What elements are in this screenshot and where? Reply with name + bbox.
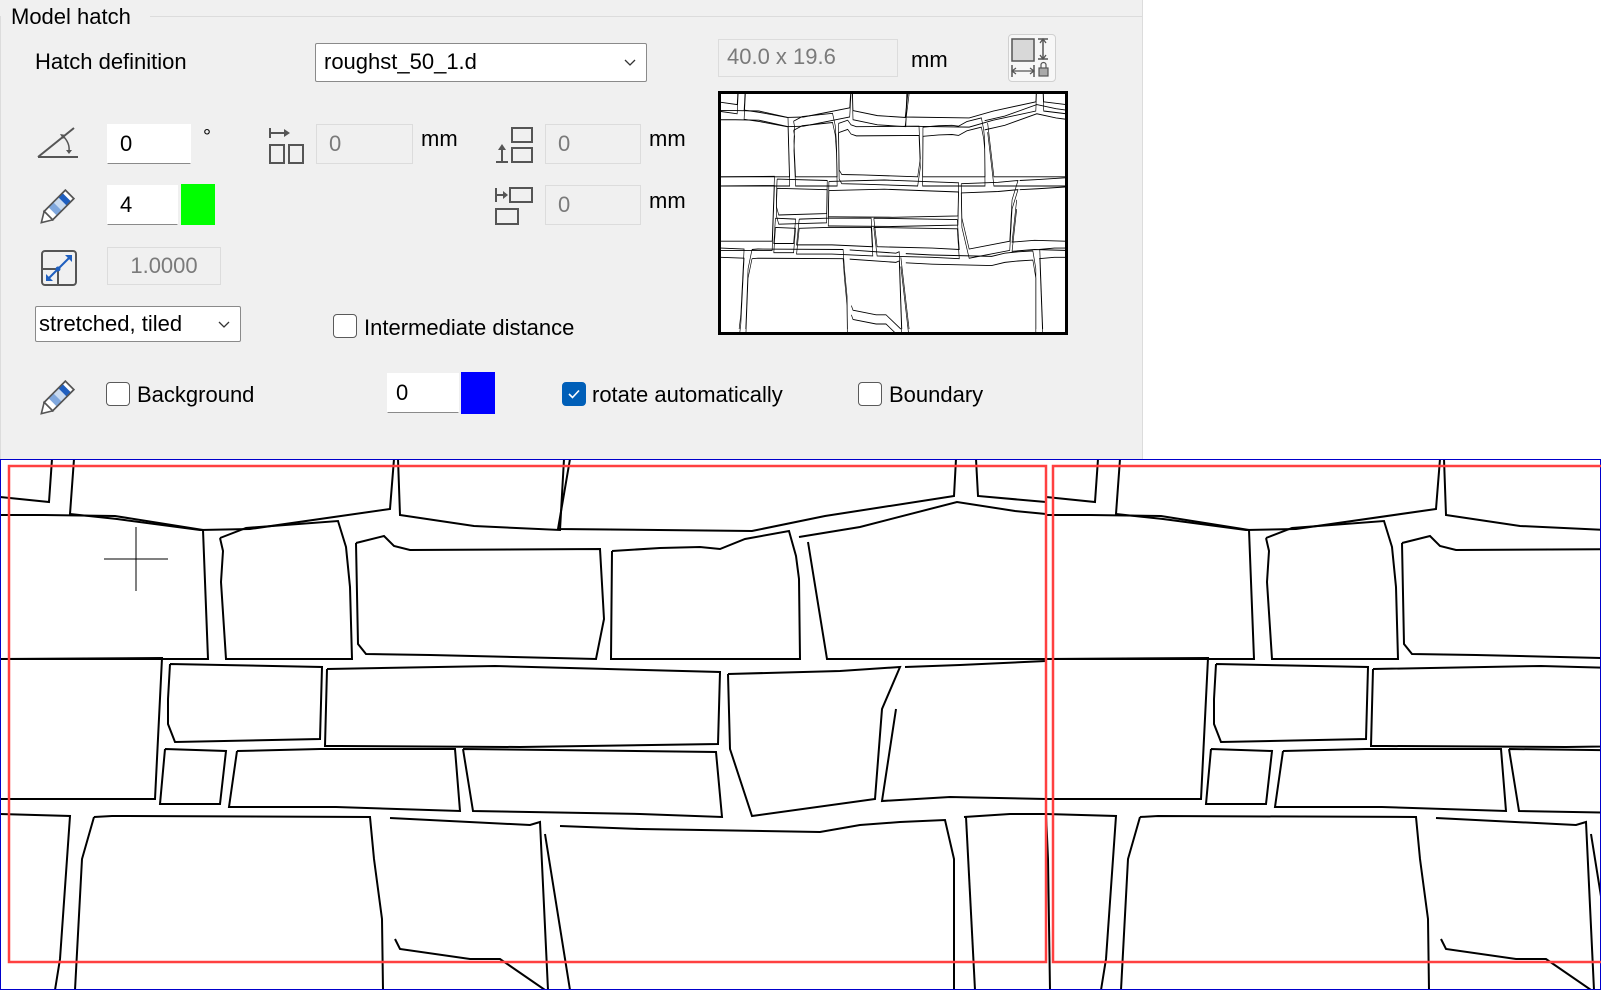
viewport-border bbox=[0, 459, 1601, 990]
row-offset-unit: mm bbox=[649, 188, 686, 213]
background-checkbox[interactable] bbox=[106, 382, 130, 406]
hatch-size-field: 40.0 x 19.6 bbox=[718, 39, 898, 77]
rotate-automatically-checkbox[interactable] bbox=[562, 382, 586, 406]
fit-size-button[interactable] bbox=[1008, 34, 1056, 82]
offset-x-unit: mm bbox=[421, 126, 458, 151]
drawing-canvas[interactable] bbox=[0, 458, 1601, 991]
angle-unit: ° bbox=[203, 126, 211, 148]
preview-tile-2 bbox=[721, 94, 1065, 330]
offset-horizontal-icon bbox=[269, 128, 304, 164]
hatch-preview bbox=[718, 91, 1068, 335]
boundary-checkbox[interactable] bbox=[858, 382, 882, 406]
preview-tile-1 bbox=[721, 94, 1065, 332]
hatch-drawing[interactable] bbox=[0, 458, 1601, 991]
hatch-size-unit: mm bbox=[911, 47, 948, 72]
scale-input: 1.0000 bbox=[107, 247, 221, 285]
group-title: Model hatch bbox=[9, 4, 133, 30]
angle-icon bbox=[37, 127, 78, 158]
pen-color-swatch[interactable] bbox=[181, 184, 215, 225]
hatch-definition-label: Hatch definition bbox=[35, 49, 187, 74]
chevron-down-icon bbox=[218, 321, 230, 328]
intermediate-distance-checkbox[interactable] bbox=[333, 314, 357, 338]
angle-input[interactable]: 0 bbox=[107, 124, 191, 164]
hatch-tile-1 bbox=[0, 458, 1051, 991]
hatch-definition-dropdown[interactable]: roughst_50_1.d bbox=[315, 43, 647, 82]
hatch-boundary-right[interactable] bbox=[1051, 464, 1601, 964]
intermediate-distance-label: Intermediate distance bbox=[364, 315, 575, 340]
preview-tile bbox=[721, 94, 1065, 332]
boundary-label: Boundary bbox=[889, 382, 984, 407]
offset-y-unit: mm bbox=[649, 126, 686, 151]
offset-x-input[interactable]: 0 bbox=[316, 124, 413, 164]
group-border-top bbox=[150, 16, 1142, 17]
chevron-down-icon bbox=[624, 59, 636, 66]
pen-icon bbox=[40, 189, 75, 224]
background-color-swatch[interactable] bbox=[461, 372, 495, 414]
rotate-automatically-label: rotate automatically bbox=[592, 382, 783, 407]
offset-y-input[interactable]: 0 bbox=[545, 124, 641, 164]
hatch-definition-value: roughst_50_1.d bbox=[324, 49, 477, 74]
fit-size-icon bbox=[1011, 37, 1049, 77]
mode-dropdown[interactable]: stretched, tiled bbox=[35, 306, 241, 342]
hatch-preview-pattern bbox=[721, 94, 1065, 332]
group-border-left bbox=[0, 16, 1, 467]
row-offset-input[interactable]: 0 bbox=[545, 185, 641, 225]
row-offset-icon bbox=[495, 187, 533, 225]
offset-vertical-icon bbox=[496, 127, 533, 163]
scale-icon bbox=[41, 250, 77, 286]
hatch-tile-2 bbox=[1045, 458, 1601, 991]
background-label: Background bbox=[137, 382, 255, 407]
mode-value: stretched, tiled bbox=[39, 311, 183, 336]
crosshair-cursor-icon bbox=[104, 527, 168, 591]
background-pen-icon bbox=[40, 380, 75, 415]
checkmark-icon bbox=[568, 389, 580, 399]
pen-input[interactable]: 4 bbox=[107, 185, 178, 225]
hatch-boundary-left[interactable] bbox=[7, 464, 1048, 964]
model-hatch-panel: Model hatch Hatch definition roughst_50_… bbox=[0, 0, 1143, 467]
background-pen-input[interactable]: 0 bbox=[387, 373, 459, 413]
